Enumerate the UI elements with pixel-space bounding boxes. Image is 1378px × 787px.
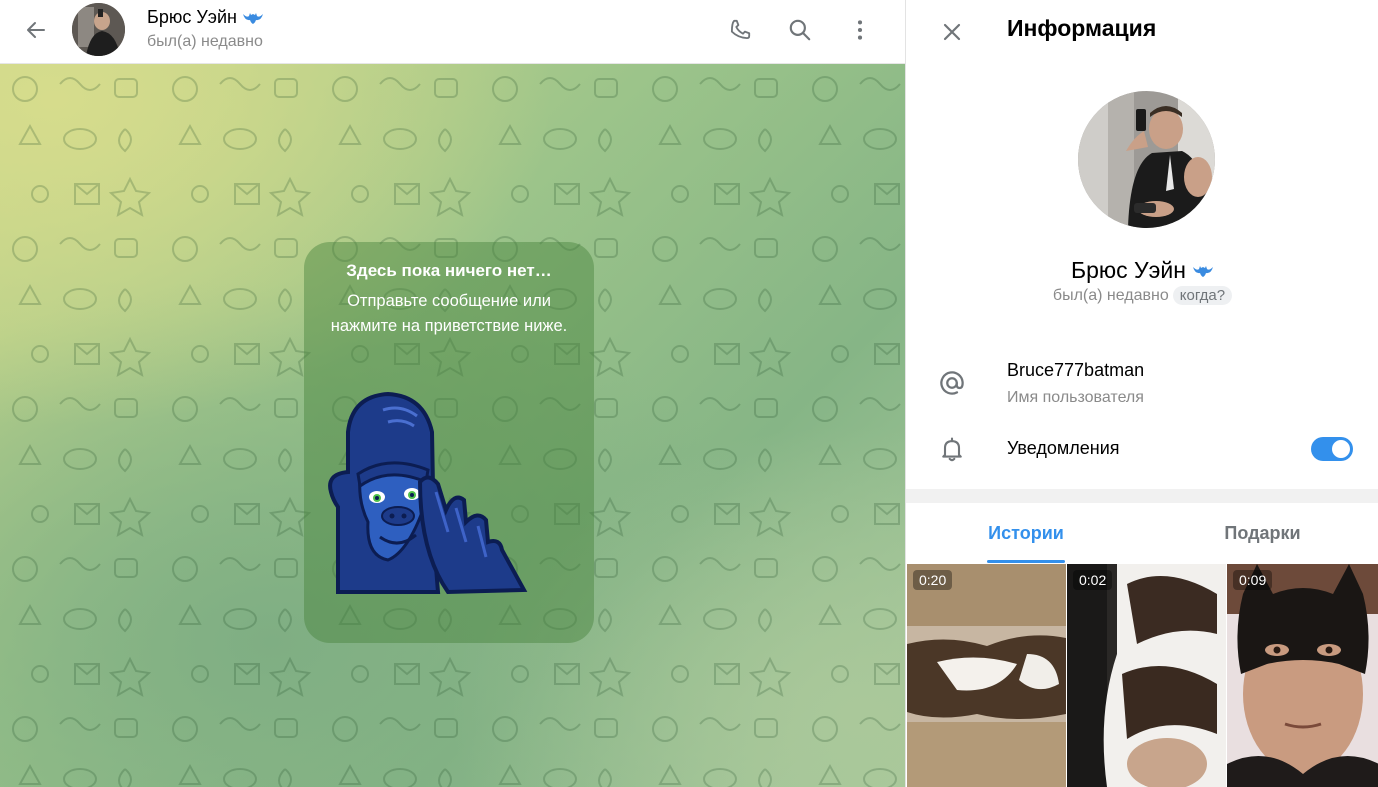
story-thumbnail[interactable]: 0:09	[1227, 564, 1378, 787]
search-icon	[789, 19, 811, 41]
story-duration: 0:09	[1233, 570, 1273, 590]
phone-icon	[730, 19, 751, 40]
chat-panel: Брюс Уэйн был(а) недавно Здесь пока ниче…	[0, 0, 905, 787]
story-duration: 0:20	[913, 570, 953, 590]
empty-chat-card: Здесь пока ничего нет… Отправьте сообщен…	[304, 242, 594, 643]
empty-chat-description: Отправьте сообщение или нажмите на приве…	[330, 292, 568, 335]
chat-title[interactable]: Брюс Уэйн	[147, 7, 264, 28]
batman-emoji-status-icon[interactable]	[1192, 264, 1214, 278]
active-tab-indicator	[987, 560, 1065, 563]
bell-icon	[936, 433, 968, 465]
batman-emoji-status-icon[interactable]	[242, 11, 264, 25]
tab-gifts[interactable]: Подарки	[1146, 503, 1378, 563]
chat-avatar[interactable]	[72, 3, 125, 56]
info-panel: Информация Брюс Уэйн был(а) недавно когд…	[905, 0, 1378, 787]
at-sign-icon	[936, 367, 968, 399]
profile-status-text: был(а) недавно	[1052, 286, 1169, 304]
chat-header: Брюс Уэйн был(а) недавно	[0, 0, 905, 64]
tab-stories[interactable]: Истории	[906, 503, 1146, 563]
username-label: Имя пользователя	[1007, 389, 1144, 406]
chat-background: Здесь пока ничего нет… Отправьте сообщен…	[0, 64, 905, 787]
chat-name: Брюс Уэйн	[147, 7, 237, 27]
close-info-button[interactable]	[934, 14, 970, 50]
more-button[interactable]	[842, 12, 878, 48]
back-button[interactable]	[20, 14, 52, 46]
chat-status: был(а) недавно	[147, 33, 263, 50]
profile-status: был(а) недавно когда?	[906, 286, 1378, 305]
story-thumbnail[interactable]: 0:20	[907, 564, 1066, 787]
profile-name: Брюс Уэйн	[906, 257, 1378, 284]
profile-avatar[interactable]	[1078, 91, 1215, 228]
info-title: Информация	[1007, 15, 1157, 41]
profile-name-text: Брюс Уэйн	[1071, 257, 1186, 283]
empty-chat-title: Здесь пока ничего нет…	[346, 261, 552, 280]
call-button[interactable]	[722, 12, 758, 48]
search-button[interactable]	[782, 12, 818, 48]
notifications-toggle[interactable]	[1311, 437, 1353, 461]
back-arrow-icon	[27, 22, 45, 38]
notifications-label: Уведомления	[1007, 438, 1120, 458]
gorilla-sticker[interactable]	[328, 391, 528, 598]
story-duration: 0:02	[1073, 570, 1113, 590]
section-divider	[906, 489, 1378, 503]
when-badge[interactable]: когда?	[1172, 286, 1233, 305]
story-thumbnail[interactable]: 0:02	[1067, 564, 1226, 787]
username-value[interactable]: Bruce777batman	[1007, 360, 1144, 381]
more-vertical-icon	[857, 20, 863, 40]
toggle-knob	[1330, 438, 1352, 460]
close-icon	[943, 23, 961, 41]
